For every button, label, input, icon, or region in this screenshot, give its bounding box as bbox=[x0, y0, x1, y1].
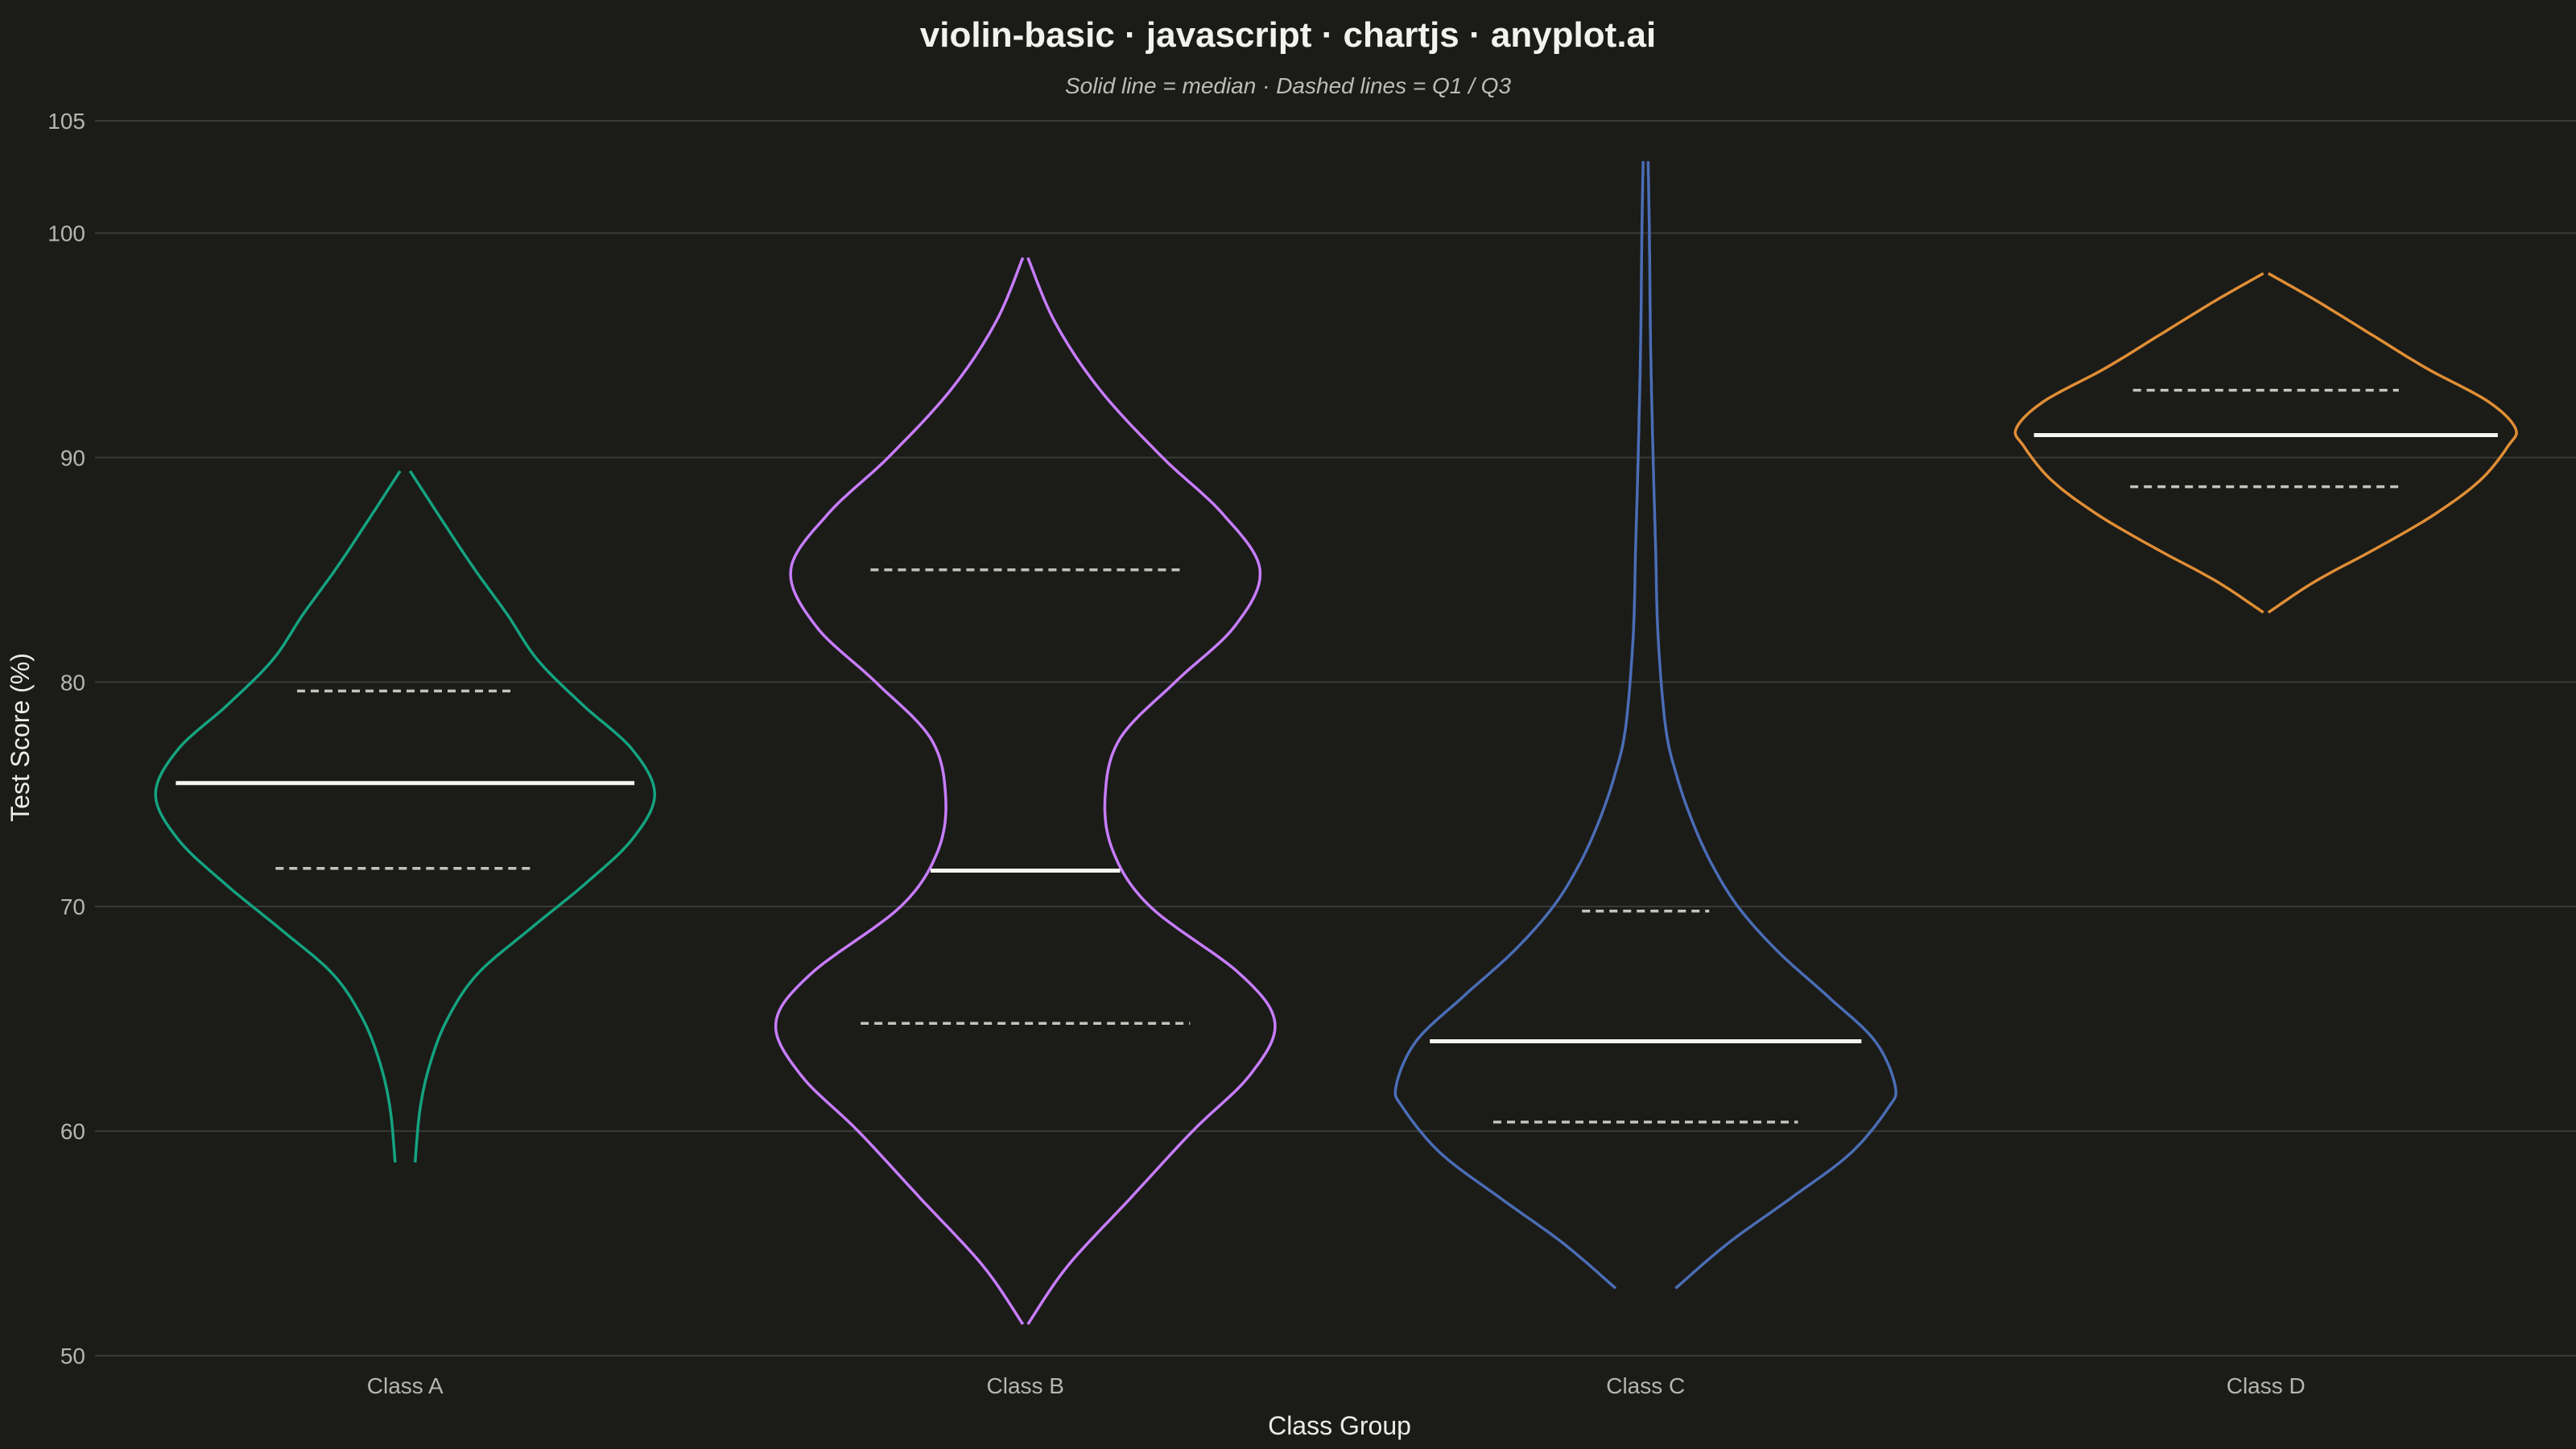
violin-class-d bbox=[2013, 272, 2518, 614]
x-tick-label: Class D bbox=[2227, 1373, 2306, 1398]
y-tick-label: 105 bbox=[47, 109, 85, 134]
y-tick-labels: 50 60 70 80 90 100 105 bbox=[47, 109, 85, 1368]
y-tick-label: 90 bbox=[60, 445, 85, 470]
chart-canvas: violin-basic · javascript · chartjs · an… bbox=[6, 15, 2576, 1440]
y-tick-label: 60 bbox=[60, 1119, 85, 1144]
violin-class-b bbox=[774, 257, 1277, 1325]
chart-subtitle: Solid line = median · Dashed lines = Q1 … bbox=[1065, 73, 1512, 98]
chart-title: violin-basic · javascript · chartjs · an… bbox=[920, 15, 1656, 55]
violin-outline-left bbox=[2013, 272, 2264, 614]
violin-outline-right bbox=[2267, 272, 2518, 614]
violin-class-c bbox=[1393, 161, 1897, 1290]
y-tick-label: 70 bbox=[60, 894, 85, 919]
violin-outline-right bbox=[408, 470, 657, 1163]
violin-outline-right bbox=[1026, 257, 1277, 1325]
violin-outline-left bbox=[774, 257, 1025, 1325]
violins bbox=[154, 161, 2518, 1325]
x-tick-label: Class C bbox=[1606, 1373, 1685, 1398]
violin-outline-left bbox=[1393, 161, 1645, 1290]
x-tick-label: Class B bbox=[987, 1373, 1064, 1398]
x-tick-label: Class A bbox=[367, 1373, 444, 1398]
violin-outline-left bbox=[154, 470, 402, 1163]
violin-outline-right bbox=[1646, 161, 1897, 1290]
violin-chart: violin-basic · javascript · chartjs · an… bbox=[0, 0, 2576, 1449]
y-tick-label: 50 bbox=[60, 1344, 85, 1368]
violin-class-a bbox=[154, 470, 657, 1163]
x-tick-labels: Class A Class B Class C Class D bbox=[367, 1373, 2306, 1398]
y-tick-label: 100 bbox=[47, 221, 85, 246]
y-gridlines bbox=[95, 120, 2576, 1356]
x-axis-title: Class Group bbox=[1268, 1411, 1411, 1440]
y-tick-label: 80 bbox=[60, 670, 85, 695]
y-axis-title: Test Score (%) bbox=[6, 653, 35, 822]
